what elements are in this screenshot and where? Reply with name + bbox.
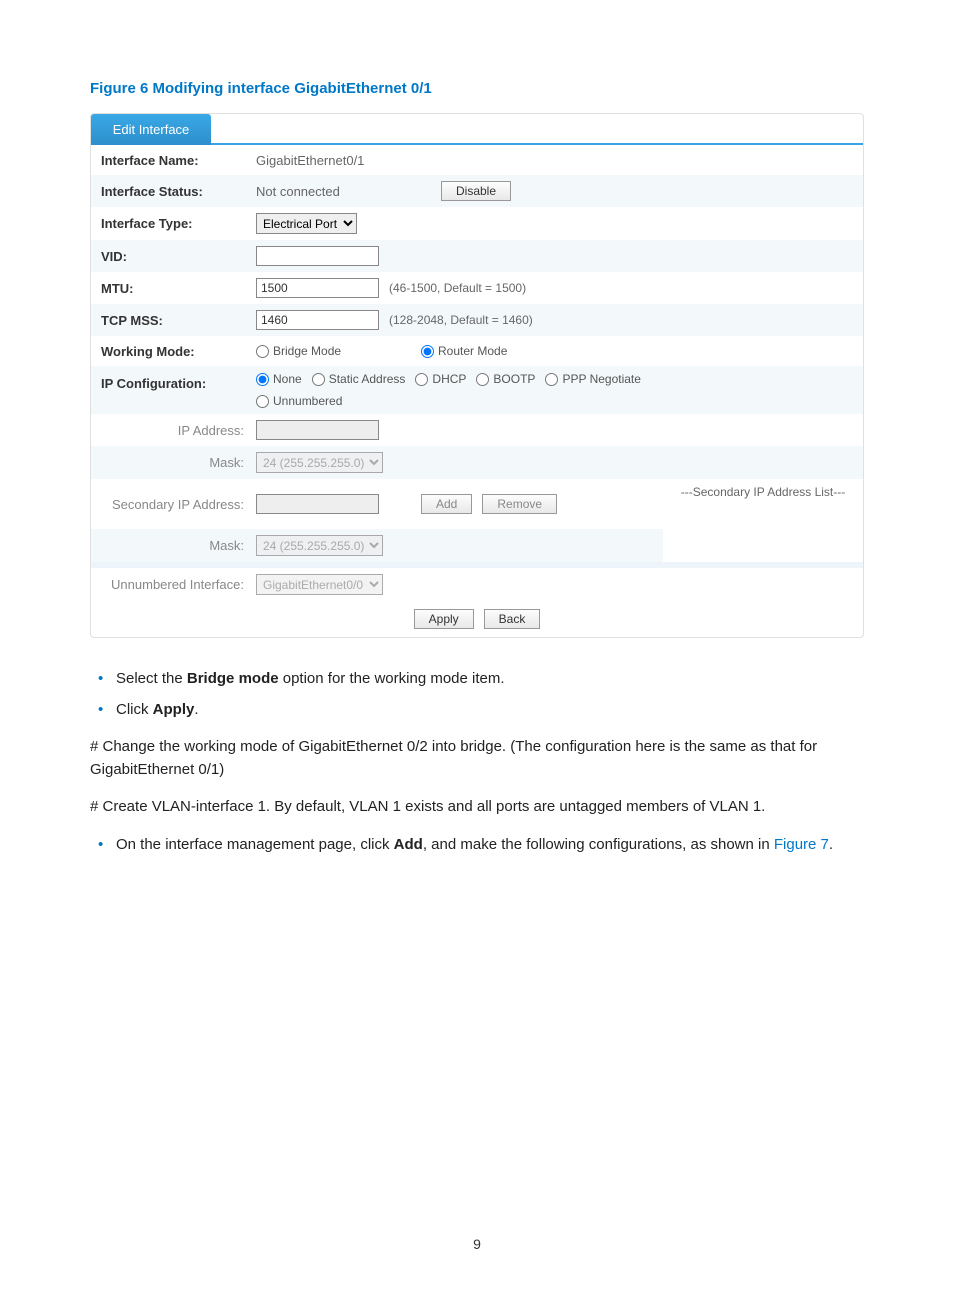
vid-input[interactable] (256, 246, 379, 266)
radio-ipcfg-ppp[interactable]: PPP Negotiate (545, 372, 641, 386)
remove-button: Remove (482, 494, 557, 514)
list-item: On the interface management page, click … (116, 834, 864, 857)
label-interface-type: Interface Type: (101, 216, 256, 231)
tcpmss-input[interactable] (256, 310, 379, 330)
add-button: Add (421, 494, 472, 514)
label-unnumbered-interface: Unnumbered Interface: (101, 577, 256, 592)
label-mtu: MTU: (101, 281, 256, 296)
paragraph: # Create VLAN-interface 1. By default, V… (90, 796, 864, 819)
page-number: 9 (90, 1236, 864, 1252)
value-interface-status: Not connected (256, 184, 431, 199)
label-mask: Mask: (101, 455, 256, 470)
edit-interface-panel: Edit Interface Interface Name: GigabitEt… (90, 113, 864, 638)
mask-select: 24 (255.255.255.0) (256, 452, 383, 473)
label-secondary-ip: Secondary IP Address: (101, 497, 256, 512)
label-working-mode: Working Mode: (101, 344, 256, 359)
secondary-mask-select: 24 (255.255.255.0) (256, 535, 383, 556)
mtu-hint: (46-1500, Default = 1500) (389, 281, 526, 295)
unnumbered-select: GigabitEthernet0/0 (256, 574, 383, 595)
label-secondary-mask: Mask: (101, 538, 256, 553)
label-tcpmss: TCP MSS: (101, 313, 256, 328)
paragraph: # Change the working mode of GigabitEthe… (90, 736, 864, 781)
figure-caption: Figure 6 Modifying interface GigabitEthe… (90, 80, 864, 97)
label-vid: VID: (101, 249, 256, 264)
label-ip-address: IP Address: (101, 423, 256, 438)
radio-ipcfg-bootp[interactable]: BOOTP (476, 372, 535, 386)
ip-address-input (256, 420, 379, 440)
apply-button[interactable]: Apply (414, 609, 474, 629)
radio-ipcfg-unnumbered[interactable]: Unnumbered (256, 394, 342, 408)
figure-7-link[interactable]: Figure 7 (774, 836, 829, 853)
list-item: Click Apply. (116, 699, 864, 722)
label-interface-name: Interface Name: (101, 153, 256, 168)
label-interface-status: Interface Status: (101, 184, 256, 199)
interface-type-select[interactable]: Electrical Port (256, 213, 357, 234)
radio-ipcfg-dhcp[interactable]: DHCP (415, 372, 466, 386)
list-item: Select the Bridge mode option for the wo… (116, 668, 864, 691)
back-button[interactable]: Back (484, 609, 541, 629)
mtu-input[interactable] (256, 278, 379, 298)
tcpmss-hint: (128-2048, Default = 1460) (389, 313, 533, 327)
radio-ipcfg-none[interactable]: None (256, 372, 302, 386)
label-ip-configuration: IP Configuration: (101, 372, 256, 391)
value-interface-name: GigabitEthernet0/1 (256, 153, 853, 168)
disable-button[interactable]: Disable (441, 181, 511, 201)
radio-ipcfg-static[interactable]: Static Address (312, 372, 406, 386)
secondary-ip-input (256, 494, 379, 514)
tab-edit-interface[interactable]: Edit Interface (91, 114, 211, 145)
radio-bridge-mode[interactable]: Bridge Mode (256, 344, 411, 358)
radio-router-mode[interactable]: Router Mode (421, 344, 507, 358)
secondary-ip-list-header: ---Secondary IP Address List--- (663, 479, 863, 505)
